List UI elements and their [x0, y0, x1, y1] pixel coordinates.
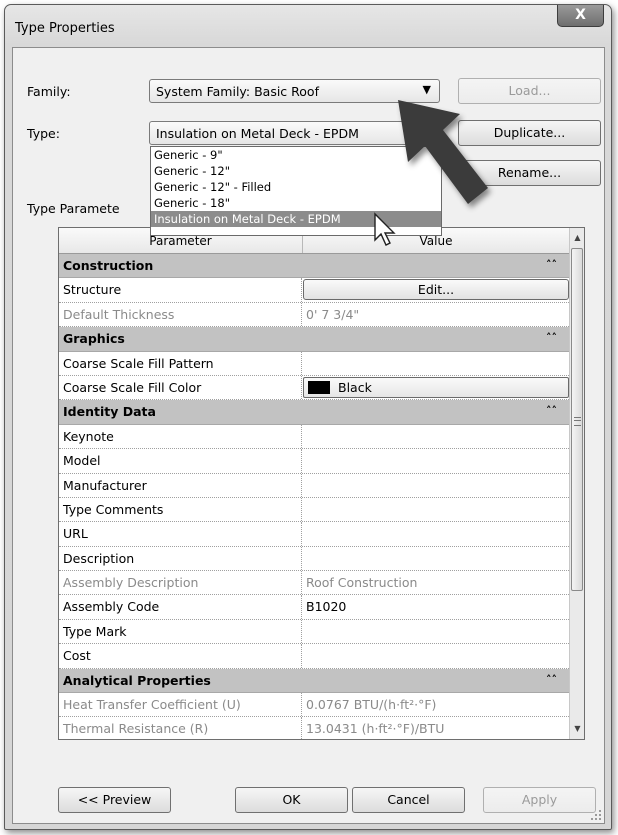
group-header-graphics[interactable]: Graphics ˄˄	[59, 327, 569, 352]
table-row: Model	[59, 449, 569, 474]
scroll-thumb[interactable]	[571, 248, 583, 591]
scroll-up-icon[interactable]: ▲	[570, 230, 584, 246]
param-name: Coarse Scale Fill Color	[59, 375, 302, 400]
edit-structure-button[interactable]: Edit...	[303, 279, 569, 301]
param-value[interactable]	[303, 498, 569, 521]
callout-arrow-icon	[398, 100, 488, 204]
family-value: System Family: Basic Roof	[156, 84, 319, 99]
cancel-button[interactable]: Cancel	[352, 787, 465, 813]
param-value[interactable]: B1020	[303, 595, 569, 618]
param-name: Model	[59, 449, 302, 473]
param-name: Assembly Code	[59, 595, 302, 619]
param-name: Coarse Scale Fill Pattern	[59, 351, 302, 375]
table-row: URL	[59, 522, 569, 547]
param-name: Keynote	[59, 424, 302, 449]
table-row: Keynote	[59, 424, 569, 450]
close-icon: X	[575, 7, 586, 23]
preview-button[interactable]: << Preview	[58, 787, 171, 813]
param-value[interactable]	[303, 522, 569, 545]
table-row: Assembly Code B1020	[59, 595, 569, 620]
group-header-analytical-properties[interactable]: Analytical Properties ˄˄	[59, 668, 569, 694]
scroll-down-icon[interactable]: ▼	[570, 721, 584, 737]
color-name: Black	[338, 379, 372, 395]
resize-grip-icon[interactable]	[590, 809, 602, 821]
param-name: Assembly Description	[59, 571, 302, 595]
type-parameters-label: Type Paramete	[27, 201, 120, 216]
param-name: Heat Transfer Coefficient (U)	[59, 693, 302, 717]
grid-rows: Construction ˄˄ Structure Edit... Defaul…	[59, 254, 569, 739]
param-value[interactable]	[303, 449, 569, 472]
param-name: Manufacturer	[59, 473, 302, 497]
param-name: Description	[59, 546, 302, 571]
dialog-body: Family: System Family: Basic Roof ▼ Load…	[12, 47, 605, 824]
group-header-identity-data[interactable]: Identity Data ˄˄	[59, 400, 569, 425]
param-value[interactable]	[303, 425, 569, 448]
apply-button[interactable]: Apply	[483, 787, 596, 813]
param-name: Type Comments	[59, 497, 302, 522]
param-value[interactable]	[303, 547, 569, 570]
group-title: Identity Data	[63, 404, 156, 420]
group-title: Graphics	[63, 331, 125, 347]
table-row: Assembly Description Roof Construction	[59, 571, 569, 596]
param-name: Cost	[59, 644, 302, 668]
mouse-pointer-icon	[374, 212, 396, 246]
family-label: Family:	[27, 84, 71, 99]
vertical-scrollbar[interactable]: ▲ ▼	[569, 228, 584, 739]
table-row: Coarse Scale Fill Pattern	[59, 351, 569, 376]
param-name: Structure	[59, 278, 302, 302]
table-row: Default Thickness 0' 7 3/4"	[59, 302, 569, 328]
collapse-icon[interactable]: ˄˄	[546, 673, 557, 686]
dialog-title: Type Properties	[15, 21, 115, 36]
param-name: Type Mark	[59, 619, 302, 644]
type-parameters-grid: Parameter Value Construction ˄˄ Structur…	[58, 227, 585, 740]
table-row: Thermal Resistance (R) 13.0431 (h·ft²·°F…	[59, 717, 569, 739]
param-value[interactable]	[303, 474, 569, 497]
grip-icon	[574, 417, 581, 426]
param-value: Black	[303, 376, 569, 399]
collapse-icon[interactable]: ˄˄	[546, 258, 557, 271]
table-row: Heat Transfer Coefficient (U) 0.0767 BTU…	[59, 693, 569, 718]
group-title: Construction	[63, 258, 154, 273]
param-value: 0.0767 BTU/(h·ft²·°F)	[306, 697, 437, 713]
group-header-construction[interactable]: Construction ˄˄	[59, 254, 569, 279]
ok-button[interactable]: OK	[235, 787, 348, 813]
table-row: Coarse Scale Fill Color Black	[59, 375, 569, 401]
param-value: 13.0431 (h·ft²·°F)/BTU	[306, 721, 445, 737]
param-name: URL	[59, 522, 302, 546]
table-row: Cost	[59, 644, 569, 669]
color-swatch	[308, 380, 330, 394]
type-label: Type:	[27, 126, 60, 141]
table-row: Manufacturer	[59, 473, 569, 498]
table-row: Type Comments	[59, 497, 569, 523]
title-bar[interactable]: Type Properties X	[5, 5, 611, 47]
param-name: Default Thickness	[59, 302, 302, 327]
close-button[interactable]: X	[557, 5, 604, 27]
color-picker-button[interactable]: Black	[303, 376, 569, 398]
table-row: Type Mark	[59, 619, 569, 645]
param-value[interactable]	[303, 644, 569, 667]
table-row: Structure Edit...	[59, 278, 569, 303]
type-properties-dialog: Type Properties X Family: System Family:…	[4, 4, 612, 830]
collapse-icon[interactable]: ˄˄	[546, 331, 557, 344]
param-value: Roof Construction	[306, 575, 418, 591]
param-value[interactable]	[303, 352, 569, 375]
group-title: Analytical Properties	[63, 672, 211, 688]
param-value: 0' 7 3/4"	[306, 306, 360, 322]
collapse-icon[interactable]: ˄˄	[546, 404, 557, 417]
param-value[interactable]	[303, 620, 569, 643]
param-value: Edit...	[303, 278, 569, 301]
table-row: Description	[59, 546, 569, 572]
type-value: Insulation on Metal Deck - EPDM	[156, 126, 359, 141]
param-name: Thermal Resistance (R)	[59, 717, 302, 739]
